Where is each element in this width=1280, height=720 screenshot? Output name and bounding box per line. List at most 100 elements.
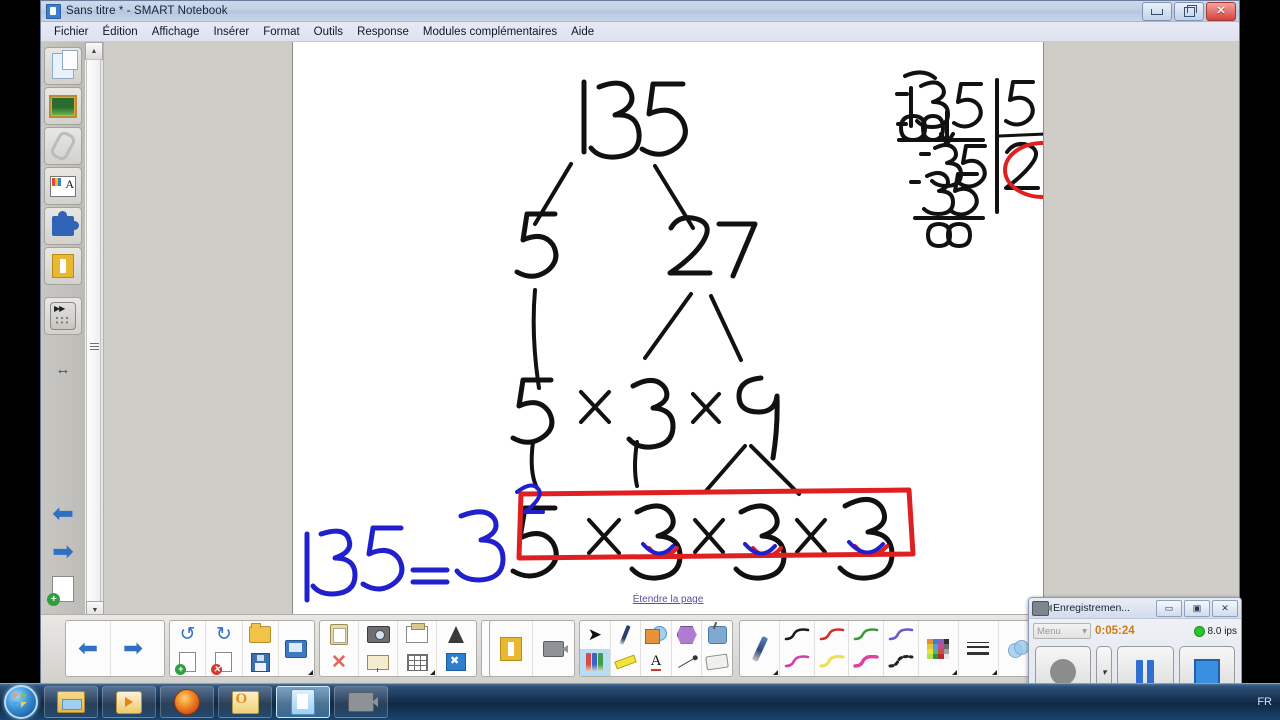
screen-capture-button[interactable] xyxy=(359,621,397,649)
insert-shape-button[interactable] xyxy=(398,621,436,649)
measurement-tools-button[interactable] xyxy=(437,621,475,649)
sidebar-item-add-ons[interactable] xyxy=(44,207,82,245)
previous-page-button[interactable]: ⬅ xyxy=(66,621,111,676)
menu-outils[interactable]: Outils xyxy=(307,24,350,40)
magic-pen-button[interactable] xyxy=(672,621,702,649)
stroke-yellow-button[interactable] xyxy=(815,649,849,677)
screen-shade-button[interactable] xyxy=(359,649,397,677)
menu-edition[interactable]: Édition xyxy=(96,24,145,40)
stroke-black-button[interactable] xyxy=(780,621,814,649)
undo-button[interactable]: ↺ xyxy=(170,621,205,649)
menu-aide[interactable]: Aide xyxy=(564,24,601,40)
scroll-thumb-grip[interactable] xyxy=(90,343,99,350)
open-folder-icon xyxy=(249,623,272,644)
highlighter-tool-button[interactable] xyxy=(611,649,641,677)
line-tool-button[interactable] xyxy=(672,649,702,677)
magic-line-cell[interactable] xyxy=(672,621,703,676)
close-button[interactable]: ✕ xyxy=(1206,2,1236,21)
notebook-page[interactable]: Étendre la page xyxy=(292,42,1044,619)
sidebar-add-page-button[interactable]: + xyxy=(45,571,81,607)
menu-modules-complementaires[interactable]: Modules complémentaires xyxy=(416,24,564,40)
scroll-up-button[interactable]: ▲ xyxy=(85,42,103,60)
text-tool-button[interactable]: A xyxy=(641,649,671,677)
taskbar-item-smart-notebook[interactable] xyxy=(276,686,330,718)
pen-type-button[interactable] xyxy=(740,621,781,676)
open-save-cell[interactable] xyxy=(243,621,279,676)
exclusive-button[interactable] xyxy=(437,649,475,677)
taskbar-item-outlook[interactable] xyxy=(218,686,272,718)
stroke-style-cell-1[interactable] xyxy=(780,621,815,676)
stroke-style-cell-2[interactable] xyxy=(815,621,850,676)
menu-affichage[interactable]: Affichage xyxy=(145,24,207,40)
paste-clear-cell[interactable]: ✕ xyxy=(320,621,359,676)
sidebar-next-page-button[interactable]: ➡ xyxy=(45,533,81,569)
taskbar-item-firefox[interactable] xyxy=(160,686,214,718)
stroke-red-button[interactable] xyxy=(815,621,849,649)
stroke-style-cell-3[interactable] xyxy=(849,621,885,677)
recorder-close-button[interactable]: ✕ xyxy=(1212,599,1238,617)
measurement-exclusive-cell[interactable] xyxy=(437,621,475,676)
taskbar-item-windows-media-player[interactable] xyxy=(102,686,156,718)
insert-table-button[interactable] xyxy=(398,649,436,677)
sidebar-item-attachments[interactable] xyxy=(44,127,82,165)
pen-highlighter-cell[interactable] xyxy=(611,621,642,676)
shapes-text-cell[interactable]: A xyxy=(641,621,672,676)
smart-response-button[interactable] xyxy=(490,621,533,676)
extend-page-link[interactable]: Étendre la page xyxy=(293,594,1043,605)
delete-page-button[interactable]: ✕ xyxy=(206,649,241,677)
save-button[interactable] xyxy=(243,649,278,677)
pens-tool-button[interactable] xyxy=(580,648,610,676)
start-orb[interactable] xyxy=(4,685,38,719)
language-indicator[interactable]: FR xyxy=(1257,696,1272,708)
add-page-button[interactable]: + xyxy=(170,649,205,677)
sidebar-item-properties[interactable] xyxy=(44,167,82,205)
stroke-magenta-button[interactable] xyxy=(780,649,814,677)
stroke-style-cell-4[interactable] xyxy=(884,621,919,676)
open-file-button[interactable] xyxy=(243,621,278,649)
shapes-tool-button[interactable] xyxy=(641,621,671,649)
recorder-minimize-button[interactable]: ▭ xyxy=(1156,599,1182,617)
notebook-icon xyxy=(46,3,61,19)
stroke-pink-button[interactable] xyxy=(849,649,883,677)
recorder-maximize-button[interactable]: ▣ xyxy=(1184,599,1210,617)
taskbar-item-smart-recorder[interactable] xyxy=(334,686,388,718)
transform-table-cell[interactable] xyxy=(398,621,437,676)
stroke-dashed-button[interactable] xyxy=(884,649,918,677)
sidebar-item-page-sorter[interactable] xyxy=(44,47,82,85)
menu-fichier[interactable]: Fichier xyxy=(47,24,96,40)
menu-format[interactable]: Format xyxy=(256,24,306,40)
select-pens-cell[interactable]: ➤ xyxy=(580,621,611,676)
color-palette-button[interactable] xyxy=(919,621,959,676)
menu-response[interactable]: Response xyxy=(350,24,416,40)
save-icon xyxy=(250,652,270,672)
maximize-button[interactable] xyxy=(1174,2,1204,21)
clear-page-button[interactable]: ✕ xyxy=(320,649,358,677)
select-tool-button[interactable]: ➤ xyxy=(580,621,610,649)
redo-button[interactable]: ↻ xyxy=(206,621,241,649)
fill-tool-button[interactable] xyxy=(702,621,732,649)
sidebar-auto-hide-button[interactable] xyxy=(44,297,82,335)
sidebar-previous-page-button[interactable]: ⬅ xyxy=(45,495,81,531)
line-thickness-button[interactable] xyxy=(959,621,999,676)
scroll-track[interactable] xyxy=(86,59,101,602)
stroke-purple-button[interactable] xyxy=(884,621,918,649)
undo-redo-cell[interactable]: ↺ + xyxy=(170,621,207,677)
stroke-green-button[interactable] xyxy=(849,621,883,649)
sidebar-move-panel-button[interactable]: ↔ xyxy=(45,351,81,387)
vertical-scrollbar[interactable]: ▲ ▼ xyxy=(85,42,104,619)
redo-delete-cell[interactable]: ↻ ✕ xyxy=(206,621,243,677)
recorder-shortcut-button[interactable] xyxy=(533,621,575,676)
minimize-button[interactable] xyxy=(1142,2,1172,21)
pen-tool-button[interactable] xyxy=(611,621,641,649)
eraser-tool-button[interactable] xyxy=(702,649,732,677)
taskbar-item-windows-explorer[interactable] xyxy=(44,686,98,718)
capture-shade-cell[interactable] xyxy=(359,621,398,676)
full-screen-button[interactable] xyxy=(279,621,314,676)
sidebar-item-smart-response[interactable] xyxy=(44,247,82,285)
fill-eraser-cell[interactable] xyxy=(702,621,732,676)
recorder-menu-button[interactable]: Menu ▾ xyxy=(1033,623,1091,639)
paste-button[interactable] xyxy=(320,621,358,649)
menu-inserer[interactable]: Insérer xyxy=(206,24,256,40)
sidebar-item-gallery[interactable] xyxy=(44,87,82,125)
next-page-button[interactable]: ➡ xyxy=(111,621,155,676)
